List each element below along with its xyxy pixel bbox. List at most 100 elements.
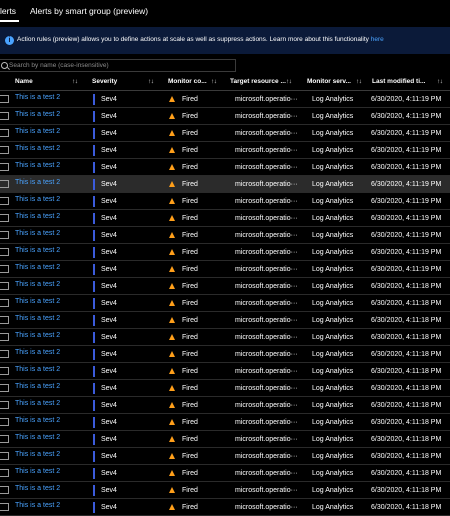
table-row[interactable]: This is a test 2 Sev4 Fired microsoft.opera…: [0, 448, 450, 465]
alert-name-link[interactable]: This is a test 2: [15, 230, 60, 237]
table-row[interactable]: This is a test 2 Sev4 Fired microsoft.opera…: [0, 465, 450, 482]
table-row[interactable]: This is a test 2 Sev4 Fired microsoft.opera…: [0, 91, 450, 108]
table-row[interactable]: This is a test 2 Sev4 Fired microsoft.opera…: [0, 142, 450, 159]
row-checkbox[interactable]: [0, 180, 9, 188]
table-row[interactable]: This is a test 2 Sev4 Fired microsoft.opera…: [0, 261, 450, 278]
table-row[interactable]: This is a test 2 Sev4 Fired microsoft.opera…: [0, 159, 450, 176]
row-checkbox[interactable]: [0, 316, 9, 324]
alert-name-link[interactable]: This is a test 2: [15, 502, 60, 509]
alert-name-link[interactable]: This is a test 2: [15, 451, 60, 458]
severity-indicator: [93, 366, 95, 377]
row-checkbox[interactable]: [0, 112, 9, 120]
alert-name-link[interactable]: This is a test 2: [15, 349, 60, 356]
alert-name-link[interactable]: This is a test 2: [15, 247, 60, 254]
column-header-last-modified[interactable]: Last modified ti...: [372, 78, 425, 85]
alert-name-link[interactable]: This is a test 2: [15, 94, 60, 101]
row-checkbox[interactable]: [0, 418, 9, 426]
sort-name-icon[interactable]: ↑↓: [72, 78, 78, 85]
target-resource-value: microsoft.operatio···: [235, 198, 298, 205]
row-checkbox[interactable]: [0, 197, 9, 205]
table-row[interactable]: This is a test 2 Sev4 Fired microsoft.opera…: [0, 295, 450, 312]
alert-name-link[interactable]: This is a test 2: [15, 485, 60, 492]
row-checkbox[interactable]: [0, 163, 9, 171]
column-header-monitor-condition[interactable]: Monitor co...: [168, 78, 207, 85]
table-row[interactable]: This is a test 2 Sev4 Fired microsoft.opera…: [0, 312, 450, 329]
sort-last-modified-icon[interactable]: ↑↓: [437, 78, 443, 85]
table-row[interactable]: This is a test 2 Sev4 Fired microsoft.opera…: [0, 414, 450, 431]
alert-name-link[interactable]: This is a test 2: [15, 332, 60, 339]
table-row[interactable]: This is a test 2 Sev4 Fired microsoft.opera…: [0, 108, 450, 125]
sort-target-resource-icon[interactable]: ↑↓: [286, 78, 292, 85]
table-row[interactable]: This is a test 2 Sev4 Fired microsoft.opera…: [0, 278, 450, 295]
row-checkbox[interactable]: [0, 95, 9, 103]
table-row[interactable]: This is a test 2 Sev4 Fired microsoft.opera…: [0, 346, 450, 363]
row-checkbox[interactable]: [0, 214, 9, 222]
row-checkbox[interactable]: [0, 469, 9, 477]
warning-icon: [169, 249, 175, 255]
row-checkbox[interactable]: [0, 367, 9, 375]
alert-name-link[interactable]: This is a test 2: [15, 281, 60, 288]
row-checkbox[interactable]: [0, 486, 9, 494]
table-row[interactable]: This is a test 2 Sev4 Fired microsoft.opera…: [0, 244, 450, 261]
sort-severity-icon[interactable]: ↑↓: [148, 78, 154, 85]
row-checkbox[interactable]: [0, 146, 9, 154]
table-row[interactable]: This is a test 2 Sev4 Fired microsoft.opera…: [0, 329, 450, 346]
row-checkbox[interactable]: [0, 299, 9, 307]
row-checkbox[interactable]: [0, 384, 9, 392]
alert-name-link[interactable]: This is a test 2: [15, 400, 60, 407]
severity-indicator: [93, 485, 95, 496]
last-modified-value: 6/30/2020, 4:11:18 PM: [371, 317, 442, 324]
alert-name-link[interactable]: This is a test 2: [15, 196, 60, 203]
banner-learn-more-link[interactable]: here: [371, 36, 384, 43]
table-row[interactable]: This is a test 2 Sev4 Fired microsoft.opera…: [0, 363, 450, 380]
table-row[interactable]: This is a test 2 Sev4 Fired microsoft.opera…: [0, 193, 450, 210]
row-checkbox[interactable]: [0, 265, 9, 273]
warning-icon: [169, 300, 175, 306]
alert-name-link[interactable]: This is a test 2: [15, 179, 60, 186]
alert-name-link[interactable]: This is a test 2: [15, 298, 60, 305]
alert-name-link[interactable]: This is a test 2: [15, 128, 60, 135]
table-row[interactable]: This is a test 2 Sev4 Fired microsoft.opera…: [0, 380, 450, 397]
table-row[interactable]: This is a test 2 Sev4 Fired microsoft.opera…: [0, 499, 450, 516]
column-header-name[interactable]: Name: [15, 78, 33, 85]
alert-name-link[interactable]: This is a test 2: [15, 111, 60, 118]
table-row[interactable]: This is a test 2 Sev4 Fired microsoft.opera…: [0, 397, 450, 414]
alert-name-link[interactable]: This is a test 2: [15, 468, 60, 475]
column-header-monitor-service[interactable]: Monitor serv...: [307, 78, 351, 85]
sort-monitor-service-icon[interactable]: ↑↓: [356, 78, 362, 85]
tab-alerts[interactable]: lerts: [0, 4, 16, 18]
alert-name-link[interactable]: This is a test 2: [15, 264, 60, 271]
row-checkbox[interactable]: [0, 282, 9, 290]
alert-name-link[interactable]: This is a test 2: [15, 383, 60, 390]
row-checkbox[interactable]: [0, 231, 9, 239]
column-header-target-resource[interactable]: Target resource ...: [230, 78, 286, 85]
alert-name-link[interactable]: This is a test 2: [15, 162, 60, 169]
row-checkbox[interactable]: [0, 333, 9, 341]
alert-name-link[interactable]: This is a test 2: [15, 213, 60, 220]
alert-name-link[interactable]: This is a test 2: [15, 434, 60, 441]
monitor-condition-value: Fired: [182, 130, 198, 137]
row-checkbox[interactable]: [0, 401, 9, 409]
alert-name-link[interactable]: This is a test 2: [15, 366, 60, 373]
alert-name-link[interactable]: This is a test 2: [15, 315, 60, 322]
tab-alerts-by-smart-group[interactable]: Alerts by smart group (preview): [30, 4, 148, 18]
row-checkbox[interactable]: [0, 435, 9, 443]
sort-monitor-condition-icon[interactable]: ↑↓: [211, 78, 217, 85]
row-checkbox[interactable]: [0, 350, 9, 358]
alert-name-link[interactable]: This is a test 2: [15, 417, 60, 424]
search-input[interactable]: Search by name (case-insensitive): [0, 59, 236, 72]
table-row[interactable]: This is a test 2 Sev4 Fired microsoft.opera…: [0, 482, 450, 499]
row-checkbox[interactable]: [0, 452, 9, 460]
row-checkbox[interactable]: [0, 248, 9, 256]
table-row[interactable]: This is a test 2 Sev4 Fired microsoft.opera…: [0, 227, 450, 244]
monitor-service-value: Log Analytics: [312, 419, 354, 426]
table-row[interactable]: This is a test 2 Sev4 Fired microsoft.opera…: [0, 176, 450, 193]
table-row[interactable]: This is a test 2 Sev4 Fired microsoft.opera…: [0, 125, 450, 142]
alert-name-link[interactable]: This is a test 2: [15, 145, 60, 152]
monitor-condition-value: Fired: [182, 198, 198, 205]
column-header-severity[interactable]: Severity: [92, 78, 117, 85]
row-checkbox[interactable]: [0, 129, 9, 137]
row-checkbox[interactable]: [0, 503, 9, 511]
table-row[interactable]: This is a test 2 Sev4 Fired microsoft.opera…: [0, 210, 450, 227]
table-row[interactable]: This is a test 2 Sev4 Fired microsoft.opera…: [0, 431, 450, 448]
